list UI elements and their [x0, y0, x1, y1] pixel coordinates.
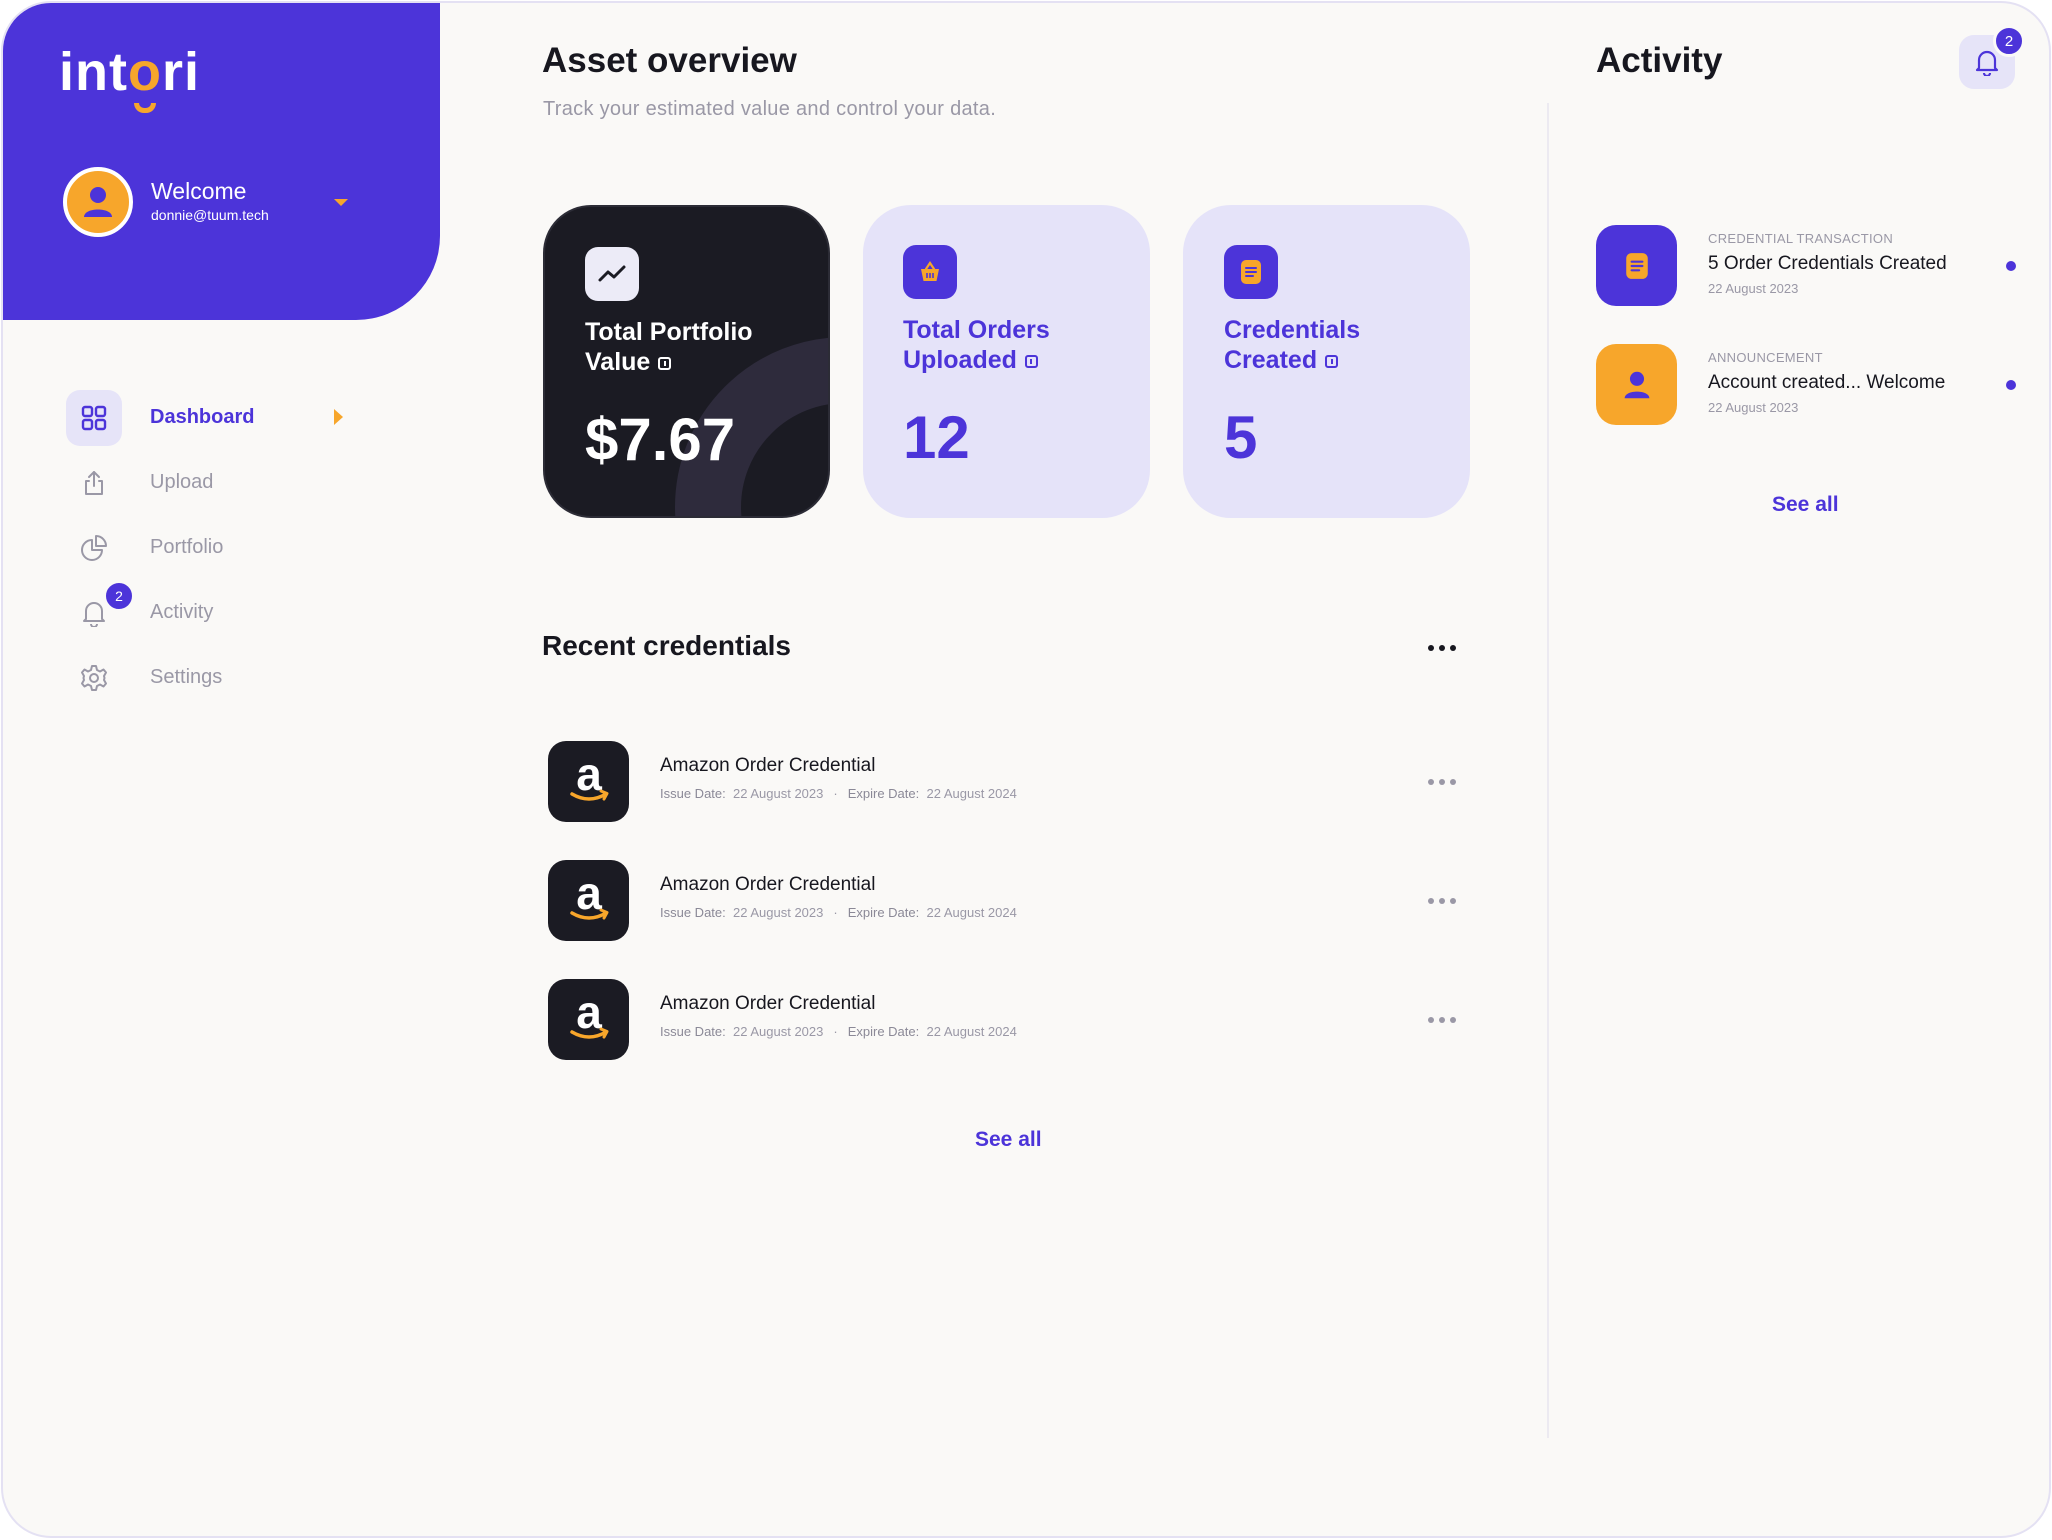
recent-credentials-see-all-link[interactable]: See all — [975, 1128, 1042, 1152]
stat-value: 12 — [903, 404, 970, 471]
page-title: Asset overview — [542, 41, 797, 80]
credential-row[interactable]: a Amazon Order Credential Issue Date: 22… — [548, 741, 1458, 823]
nav-label-portfolio: Portfolio — [150, 536, 224, 558]
svg-text:a: a — [576, 754, 602, 800]
stat-label: Credentials Created — [1224, 316, 1361, 374]
amazon-logo-icon: a — [548, 860, 629, 941]
stat-label: Total Orders Uploaded — [903, 316, 1050, 374]
activity-count-badge: 2 — [104, 580, 134, 611]
panel-divider — [1547, 103, 1549, 1438]
unread-indicator — [2006, 261, 2016, 271]
user-icon — [84, 187, 112, 217]
nav-label-upload: Upload — [150, 471, 214, 493]
nav-item-upload[interactable]: Upload — [66, 450, 366, 515]
nav-item-settings[interactable]: Settings — [66, 645, 366, 710]
stat-value: $7.67 — [585, 406, 736, 473]
orders-uploaded-card[interactable]: Total Orders Uploaded 12 — [863, 205, 1150, 518]
sidebar-nav: Dashboard Upload Portfolio 2 Activity Se… — [66, 385, 366, 710]
credential-name: Amazon Order Credential — [660, 755, 876, 776]
pie-chart-icon — [66, 520, 122, 576]
activity-see-all-link[interactable]: See all — [1772, 493, 1839, 517]
portfolio-value-card[interactable]: Total Portfolio Value $7.67 — [543, 205, 830, 518]
intori-logo[interactable]: int o ri — [59, 41, 201, 113]
logo-text-start: int — [59, 42, 128, 102]
credential-dates: Issue Date: 22 August 2023 · Expire Date: … — [660, 1024, 1017, 1039]
credential-row[interactable]: a Amazon Order Credential Issue Date: 22… — [548, 860, 1458, 942]
logo-text-end: ri — [161, 42, 201, 102]
activity-item[interactable]: CREDENTIAL TRANSACTION 5 Order Credentia… — [1596, 225, 2026, 307]
info-icon[interactable] — [1024, 354, 1038, 368]
activity-item[interactable]: ANNOUNCEMENT Account created... Welcome … — [1596, 344, 2026, 426]
grid-icon — [66, 389, 122, 446]
info-icon[interactable] — [1325, 354, 1339, 368]
bell-icon — [1975, 50, 1999, 76]
credential-more-button[interactable] — [1420, 770, 1464, 794]
credential-more-button[interactable] — [1420, 1008, 1464, 1032]
document-icon — [1596, 225, 1677, 306]
welcome-label: Welcome — [151, 178, 247, 204]
sidebar-header: int o ri Welcome donnie@tuum.tech — [3, 3, 440, 320]
nav-label-dashboard: Dashboard — [150, 406, 255, 428]
user-icon — [1596, 344, 1677, 425]
activity-category: CREDENTIAL TRANSACTION — [1708, 231, 1894, 246]
gear-icon — [66, 650, 122, 706]
stat-value: 5 — [1224, 404, 1258, 471]
credential-dates: Issue Date: 22 August 2023 · Expire Date: … — [660, 905, 1017, 920]
credential-dates: Issue Date: 22 August 2023 · Expire Date: … — [660, 786, 1017, 801]
bell-icon: 2 — [66, 580, 134, 641]
user-email: donnie@tuum.tech — [151, 207, 269, 223]
credential-more-button[interactable] — [1420, 889, 1464, 913]
activity-date: 22 August 2023 — [1708, 281, 1799, 296]
recent-credentials-title: Recent credentials — [542, 630, 791, 661]
credential-name: Amazon Order Credential — [660, 874, 876, 895]
notification-count-badge: 2 — [1993, 25, 2025, 57]
chevron-down-icon — [334, 199, 348, 206]
document-icon — [1224, 245, 1278, 299]
stat-label: Total Portfolio Value — [585, 318, 753, 376]
active-arrow-icon — [334, 409, 343, 425]
app-window: int o ri Welcome donnie@tuum.tech Dashbo… — [1, 1, 2051, 1538]
logo-o: o — [128, 41, 162, 113]
activity-title: Activity — [1596, 41, 1723, 80]
amazon-logo-icon: a — [548, 741, 629, 822]
user-menu-toggle[interactable] — [329, 195, 353, 211]
trend-icon — [585, 247, 639, 301]
nav-item-activity[interactable]: 2 Activity — [66, 580, 366, 645]
credential-row[interactable]: a Amazon Order Credential Issue Date: 22… — [548, 979, 1458, 1061]
credential-name: Amazon Order Credential — [660, 993, 876, 1014]
svg-text:a: a — [576, 873, 602, 919]
basket-icon — [903, 245, 957, 299]
recent-credentials-more-button[interactable] — [1420, 636, 1464, 660]
nav-label-settings: Settings — [150, 666, 223, 688]
credentials-created-card[interactable]: Credentials Created 5 — [1183, 205, 1470, 518]
activity-date: 22 August 2023 — [1708, 400, 1799, 415]
upload-icon — [66, 455, 122, 511]
nav-label-activity: Activity — [150, 601, 214, 623]
nav-item-portfolio[interactable]: Portfolio — [66, 515, 366, 580]
user-avatar[interactable] — [63, 167, 133, 237]
amazon-logo-icon: a — [548, 979, 629, 1060]
activity-text: 5 Order Credentials Created — [1708, 253, 1947, 274]
nav-item-dashboard[interactable]: Dashboard — [66, 385, 366, 450]
info-icon[interactable] — [658, 356, 672, 370]
svg-text:a: a — [576, 992, 602, 1038]
page-subtitle: Track your estimated value and control y… — [543, 98, 997, 120]
unread-indicator — [2006, 380, 2016, 390]
activity-text: Account created... Welcome — [1708, 372, 1946, 393]
activity-category: ANNOUNCEMENT — [1708, 350, 1823, 365]
